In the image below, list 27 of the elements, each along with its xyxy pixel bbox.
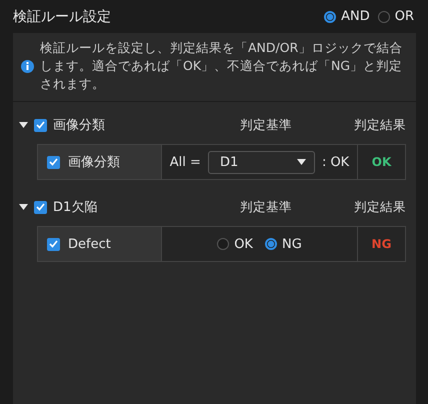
column-header: 判定結果 — [353, 116, 406, 134]
info-icon — [21, 60, 34, 72]
criteria-label: All = — [170, 154, 201, 170]
panel-title: 検証ルール設定 — [13, 8, 111, 26]
column-header: 判定基準 — [239, 116, 293, 134]
group-name: D1欠陥 — [53, 199, 98, 216]
collapse-caret-icon[interactable] — [19, 204, 28, 210]
checkbox[interactable] — [47, 156, 60, 168]
rule-name: 画像分類 — [68, 154, 120, 171]
checkbox[interactable] — [34, 118, 47, 132]
info-text: 検証ルールを設定し、判定結果を「AND/OR」ロジックで結合します。適合であれば「OK」、不適合であれば「NG」と判定されます。 — [40, 39, 404, 93]
group-name: 画像分類 — [53, 117, 105, 134]
logic-radio[interactable]: AND — [324, 9, 370, 24]
checkbox[interactable] — [34, 200, 47, 214]
result-label: OK — [372, 155, 392, 169]
class-dropdown[interactable]: D1 — [208, 150, 315, 174]
collapse-caret-icon[interactable] — [19, 122, 28, 128]
criteria-label: : OK — [322, 154, 350, 170]
judgment-radio[interactable]: OK — [217, 236, 253, 252]
checkbox[interactable] — [47, 238, 60, 250]
result-label: NG — [372, 237, 392, 251]
rule-name: Defect — [68, 236, 111, 252]
logic-radio[interactable]: OR — [378, 9, 414, 24]
caret-icon — [296, 159, 306, 165]
judgment-radio[interactable]: NG — [264, 236, 302, 252]
column-header: 判定基準 — [239, 198, 293, 216]
column-header: 判定結果 — [353, 198, 406, 216]
